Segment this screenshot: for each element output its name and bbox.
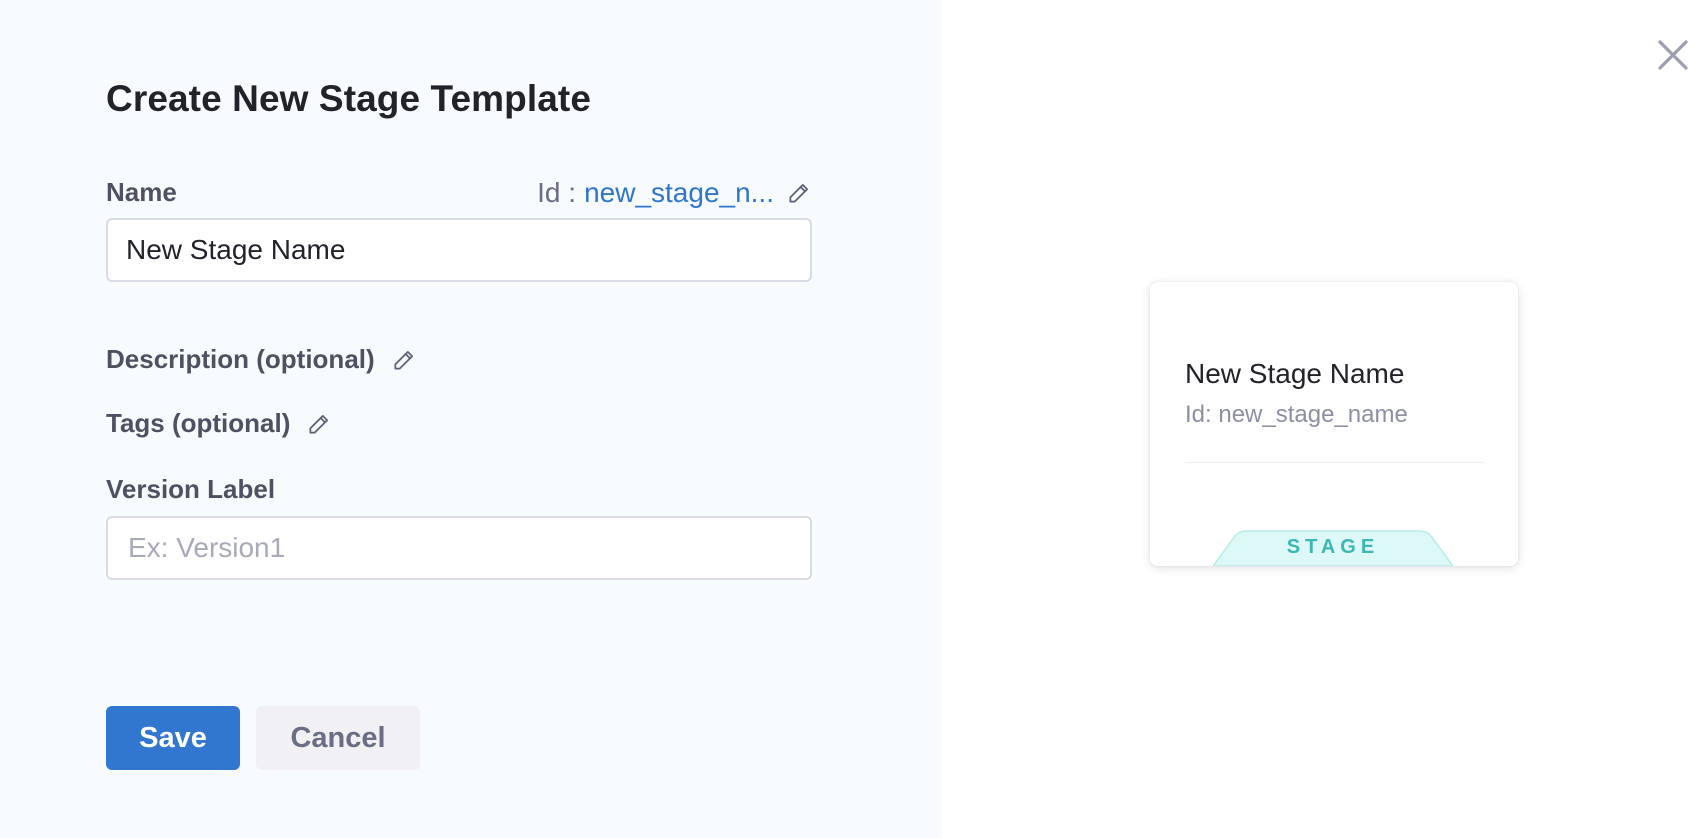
stage-preview-card: New Stage Name Id: new_stage_name STAGE: [1150, 282, 1518, 566]
version-label: Version Label: [106, 474, 276, 504]
close-button[interactable]: [1656, 38, 1690, 72]
card-stage-name: New Stage Name: [1185, 358, 1405, 389]
cancel-button[interactable]: Cancel: [256, 706, 420, 770]
edit-id-pencil-icon[interactable]: [786, 180, 812, 206]
id-prefix: Id :: [537, 177, 577, 208]
edit-description-pencil-icon[interactable]: [391, 347, 417, 373]
edit-tags-pencil-icon[interactable]: [306, 411, 332, 437]
stage-type-label: STAGE: [1286, 536, 1380, 558]
name-label: Name: [106, 177, 177, 207]
name-input[interactable]: [106, 218, 812, 282]
version-label-input[interactable]: [106, 516, 812, 580]
card-divider: [1185, 462, 1485, 463]
add-description-toggle[interactable]: Description (optional): [106, 344, 417, 375]
dialog-title: Create New Stage Template: [106, 78, 592, 119]
form-panel: Create New Stage Template Name Id : new_…: [0, 0, 942, 838]
save-button[interactable]: Save: [106, 706, 240, 770]
description-label: Description (optional): [106, 344, 375, 374]
create-stage-template-dialog: Create New Stage Template Name Id : new_…: [0, 0, 1706, 838]
preview-panel: New Stage Name Id: new_stage_name STAGE: [942, 0, 1706, 838]
tags-label: Tags (optional): [106, 408, 291, 438]
stage-type-tag: STAGE: [1213, 530, 1453, 566]
card-stage-id: Id: new_stage_name: [1185, 401, 1408, 428]
close-icon: [1658, 40, 1688, 70]
id-value[interactable]: new_stage_n...: [584, 177, 774, 209]
identifier-row: Id : new_stage_n...: [537, 177, 812, 209]
add-tags-toggle[interactable]: Tags (optional): [106, 408, 332, 439]
